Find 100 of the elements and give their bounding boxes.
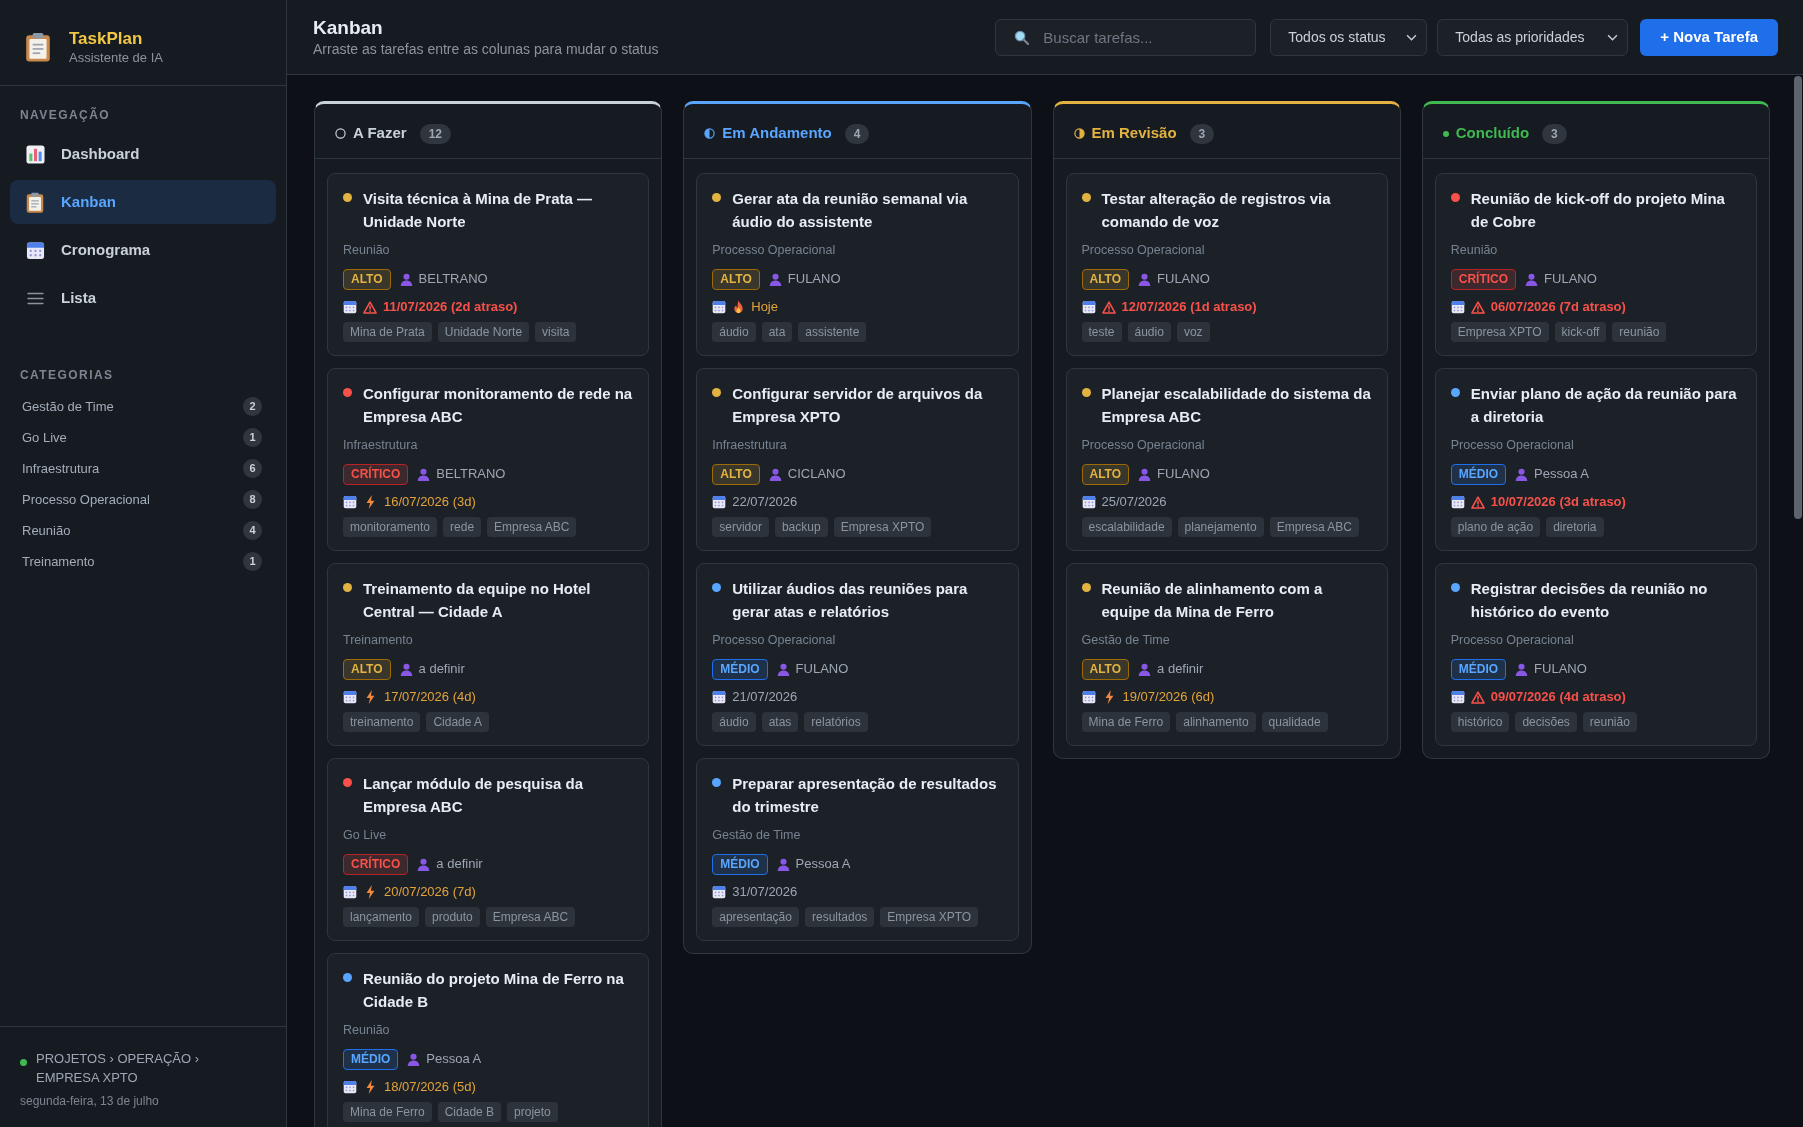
tag-chip: escalabilidade (1081, 517, 1172, 537)
date-text: segunda-feira, 13 de julho (20, 1093, 160, 1109)
tag-chip: Empresa ABC (485, 907, 576, 927)
due-date: 10/07/2026 (3d atraso) (1490, 493, 1626, 512)
person-icon (1138, 272, 1152, 286)
category-link[interactable]: Reunião (22, 520, 71, 541)
warning-icon (1101, 300, 1116, 314)
calendar-icon (343, 885, 357, 899)
search-field[interactable]: Buscar tarefas... (995, 18, 1257, 56)
category-link[interactable]: Gestão de Time (22, 396, 114, 417)
priority-badge: ALTO (343, 268, 391, 290)
person-icon (399, 662, 413, 676)
tag-chip: visita (535, 322, 577, 342)
task-title: Testar alteração de registros via comando de voz (1101, 189, 1332, 232)
priority-dot-icon (712, 193, 722, 202)
person-icon (1138, 467, 1152, 481)
task-card[interactable]: Utilizar áudios das reuniões para gerar atas e relatórios Processo Operacional MÉDIO FULANO 21/07/2026 áudio atas relatórios (696, 563, 1019, 746)
assignee-name: FULANO (1157, 465, 1210, 484)
person-icon (399, 272, 413, 286)
clipboard-icon (26, 191, 44, 213)
tag-chip: plano de ação (1450, 517, 1541, 537)
count-badge: 4 (243, 521, 262, 540)
category-link[interactable]: Go Live (22, 427, 67, 448)
person-icon (1515, 662, 1529, 676)
chevron-down-icon (1406, 33, 1418, 41)
warning-icon (363, 300, 377, 314)
task-title: Visita técnica à Mina de Prata — Unidade Norte (363, 189, 593, 232)
nav-item[interactable]: Cronograma (10, 228, 276, 272)
tag-chip: monitoramento (343, 517, 438, 537)
calendar-icon (343, 1080, 357, 1094)
task-card[interactable]: Enviar plano de ação da reunião para a diretoria Processo Operacional MÉDIO Pessoa A 10/07/2026 (3d atraso) plano de ação diretoria (1434, 368, 1757, 551)
task-card[interactable]: Configurar monitoramento de rede na Empresa ABC Infraestrutura CRÍTICO BELTRANO 16/07/2026 (3d) monitoramento rede Empresa ABC (327, 368, 650, 551)
assignee-name: BELTRANO (436, 465, 506, 484)
task-card[interactable]: Planejar escalabilidade do sistema da Empresa ABC Processo Operacional ALTO FULANO 25/07/2026 escalabilidade planejamento Empresa ABC (1065, 368, 1388, 551)
assignee-name: FULANO (1157, 270, 1210, 289)
tag-chip: Empresa XPTO (1450, 322, 1549, 342)
priority-badge: ALTO (712, 268, 760, 290)
tag-chip: Cidade B (437, 1102, 502, 1122)
calendar-icon (1450, 690, 1465, 704)
nav-item[interactable]: Dashboard (10, 132, 276, 176)
tag-chip: ata (761, 322, 793, 342)
tag-chip: histórico (1450, 712, 1510, 732)
due-date: 25/07/2026 (1101, 493, 1167, 512)
tag-chip: reunião (1612, 322, 1667, 342)
category-link[interactable]: Infraestrutura (22, 458, 100, 479)
person-icon (1515, 467, 1529, 481)
tag-chip: assistente (798, 322, 867, 342)
priority-badge: ALTO (1081, 268, 1130, 290)
task-title: Configurar monitoramento de rede na Empresa ABC (363, 384, 634, 427)
tag-chip: Cidade A (426, 712, 490, 732)
count-badge: 1 (243, 428, 262, 447)
assignee-name: CICLANO (787, 465, 846, 484)
task-card[interactable]: Lançar módulo de pesquisa da Empresa ABC Go Live CRÍTICO a definir 20/07/2026 (7d) lançamento produto Empresa ABC (327, 758, 650, 941)
priority-badge: MÉDIO (1450, 463, 1507, 485)
column-title: Em Revisão (1091, 123, 1177, 144)
nav-item[interactable]: Kanban (10, 180, 276, 224)
tag-chip: atas (761, 712, 799, 732)
count-badge: 3 (1189, 123, 1215, 144)
priority-badge: MÉDIO (343, 1048, 399, 1070)
filter-select[interactable]: Todas as prioridades (1437, 18, 1629, 56)
task-title: Enviar plano de ação da reunião para a diretoria (1470, 384, 1738, 427)
warning-icon (1470, 495, 1485, 509)
category-link[interactable]: Treinamento (22, 551, 95, 572)
task-card[interactable]: Gerar ata da reunião semanal via áudio do assistente Processo Operacional ALTO FULANO Hoje áudio ata assistente (696, 173, 1019, 356)
priority-dot-icon (1081, 193, 1091, 202)
scrollbar-thumb[interactable] (1794, 76, 1802, 519)
task-card[interactable]: Reunião de alinhamento com a equipe da Mina de Ferro Gestão de Time ALTO a definir 19/07/2026 (6d) Mina de Ferro alinhamento qualidade (1065, 563, 1388, 746)
priority-dot-icon (343, 778, 352, 787)
filter-select[interactable]: Todos os status (1270, 18, 1428, 56)
priority-dot-icon (712, 778, 722, 787)
tag-chip: relatórios (804, 712, 868, 732)
column-title: A Fazer (353, 123, 407, 144)
tag-chip: Unidade Norte (437, 322, 530, 342)
new-task-button[interactable]: + Nova Tarefa (1640, 18, 1778, 56)
priority-dot-icon (712, 388, 722, 397)
category-label: Processo Operacional (1081, 242, 1206, 259)
nav-item[interactable]: Lista (10, 276, 276, 320)
priority-dot-icon (1450, 388, 1460, 397)
task-card[interactable]: Preparar apresentação de resultados do trimestre Gestão de Time MÉDIO Pessoa A 31/07/2026 apresentação resultados Empresa XPTO (696, 758, 1019, 941)
assignee-name: a definir (436, 855, 483, 874)
task-card[interactable]: Reunião do projeto Mina de Ferro na Cidade B Reunião MÉDIO Pessoa A 18/07/2026 (5d) Mina de Ferro Cidade B projeto (327, 953, 650, 1127)
category-link[interactable]: Processo Operacional (22, 489, 150, 510)
tag-chip: projeto (507, 1102, 558, 1122)
task-card[interactable]: Visita técnica à Mina de Prata — Unidade Norte Reunião ALTO BELTRANO 11/07/2026 (2d atraso) Mina de Prata Unidade Norte visita (327, 173, 650, 356)
task-card[interactable]: Reunião de kick-off do projeto Mina de Cobre Reunião CRÍTICO FULANO 06/07/2026 (7d atraso) Empresa XPTO kick-off reunião (1434, 173, 1757, 356)
clipboard-icon (25, 31, 51, 62)
task-card[interactable]: Treinamento da equipe no Hotel Central — Cidade A Treinamento ALTO a definir 17/07/2026 (4d) treinamento Cidade A (327, 563, 650, 746)
priority-badge: ALTO (1081, 463, 1130, 485)
task-title: Configurar servidor de arquivos da Empresa XPTO (732, 384, 984, 427)
lightning-icon (366, 690, 375, 704)
task-card[interactable]: Registrar decisões da reunião no histórico do evento Processo Operacional MÉDIO FULANO 09/07/2026 (4d atraso) histórico decisões reunião (1434, 563, 1757, 746)
ring-icon (335, 128, 346, 139)
tag-chip: qualidade (1261, 712, 1328, 732)
person-icon (417, 467, 431, 481)
task-card[interactable]: Testar alteração de registros via comando de voz Processo Operacional ALTO FULANO 12/07/2026 (1d atraso) teste áudio voz (1065, 173, 1388, 356)
task-card[interactable]: Configurar servidor de arquivos da Empresa XPTO Infraestrutura ALTO CICLANO 22/07/2026 servidor backup Empresa XPTO (696, 368, 1019, 551)
page-subtitle: Arraste as tarefas entre as colunas para mudar o status (313, 40, 660, 58)
due-date: 06/07/2026 (7d atraso) (1490, 298, 1626, 317)
person-icon (417, 857, 431, 871)
calendar-icon (712, 885, 727, 899)
